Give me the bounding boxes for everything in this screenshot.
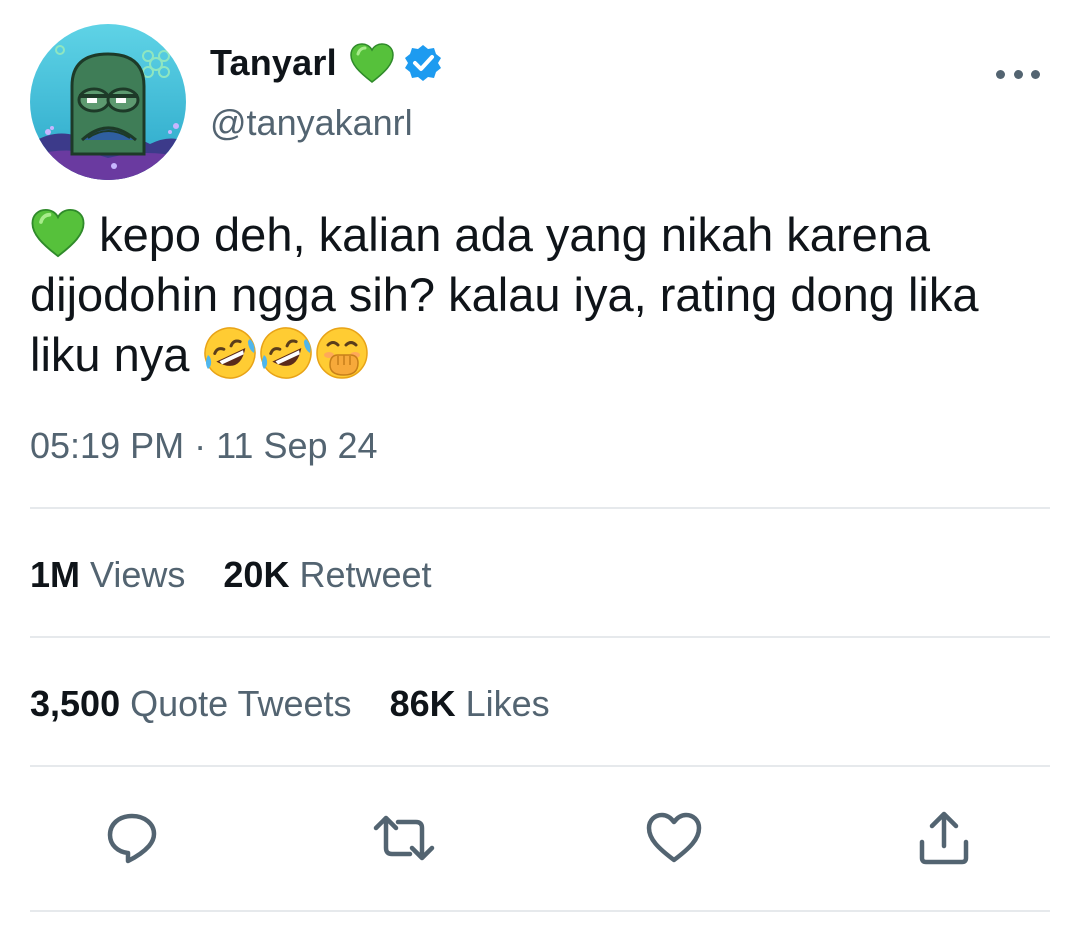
reply-button[interactable] [100, 806, 164, 870]
divider [30, 910, 1050, 912]
retweet-button[interactable] [372, 806, 436, 870]
tweet-text-segment: kepo deh, kalian ada yang nikah karena [99, 208, 931, 261]
tweet-text-segment: dijodohin ngga sih? kalau iya, rating do… [30, 268, 979, 321]
quote-tweets-stat[interactable]: 3,500 Quote Tweets [30, 683, 352, 725]
reply-icon [107, 813, 157, 864]
divider [30, 636, 1050, 638]
likes-stat[interactable]: 86K Likes [390, 683, 550, 725]
retweet-icon [373, 815, 435, 861]
tweet-text-segment: liku nya [30, 328, 190, 381]
tweet-text-line: liku nya [30, 325, 1060, 385]
more-options-button[interactable] [996, 62, 1040, 86]
likes-count: 86K [389, 683, 456, 724]
views-label: Views [90, 554, 186, 595]
tweet-timestamp[interactable]: 05:19 PM · 11 Sep 24 [30, 425, 378, 467]
like-button[interactable] [642, 806, 706, 870]
tweet-text: kepo deh, kalian ada yang nikah karena d… [30, 205, 1060, 385]
display-name-row: Tanyarl [210, 38, 443, 88]
tweet-text-line: kepo deh, kalian ada yang nikah karena [30, 205, 1060, 265]
more-dot-icon [1031, 69, 1040, 79]
rolling-on-floor-laughing-icon [202, 325, 258, 381]
tweet-detail: Tanyarl @tanyakanrl kepo deh, kalian ada… [0, 0, 1080, 930]
green-heart-icon [349, 42, 395, 84]
hand-over-mouth-icon [314, 325, 370, 381]
quote-tweets-label: Quote Tweets [130, 683, 352, 724]
cartoon-fish-avatar-icon [30, 24, 186, 180]
likes-label: Likes [465, 683, 550, 724]
share-button[interactable] [912, 806, 976, 870]
views-stat[interactable]: 1M Views [30, 554, 185, 596]
display-name[interactable]: Tanyarl [210, 42, 337, 84]
rolling-on-floor-laughing-icon [258, 325, 314, 381]
like-icon [646, 812, 702, 863]
verified-badge-icon [403, 43, 443, 83]
green-heart-icon [30, 205, 86, 261]
divider [30, 507, 1050, 509]
stats-row-quotes-likes: 3,500 Quote Tweets 86K Likes [30, 683, 588, 725]
retweets-count: 20K [223, 554, 290, 595]
retweets-stat[interactable]: 20K Retweet [223, 554, 431, 596]
divider [30, 765, 1050, 767]
user-handle[interactable]: @tanyakanrl [210, 102, 413, 144]
retweets-label: Retweet [299, 554, 432, 595]
more-dot-icon [1013, 69, 1023, 79]
more-dot-icon [996, 69, 1005, 79]
avatar[interactable] [30, 24, 186, 180]
share-icon [919, 811, 969, 865]
tweet-text-line: dijodohin ngga sih? kalau iya, rating do… [30, 265, 1060, 325]
stats-row-views-retweets: 1M Views 20K Retweet [30, 554, 470, 596]
quote-tweets-count: 3,500 [30, 683, 121, 724]
views-count: 1M [30, 554, 81, 595]
